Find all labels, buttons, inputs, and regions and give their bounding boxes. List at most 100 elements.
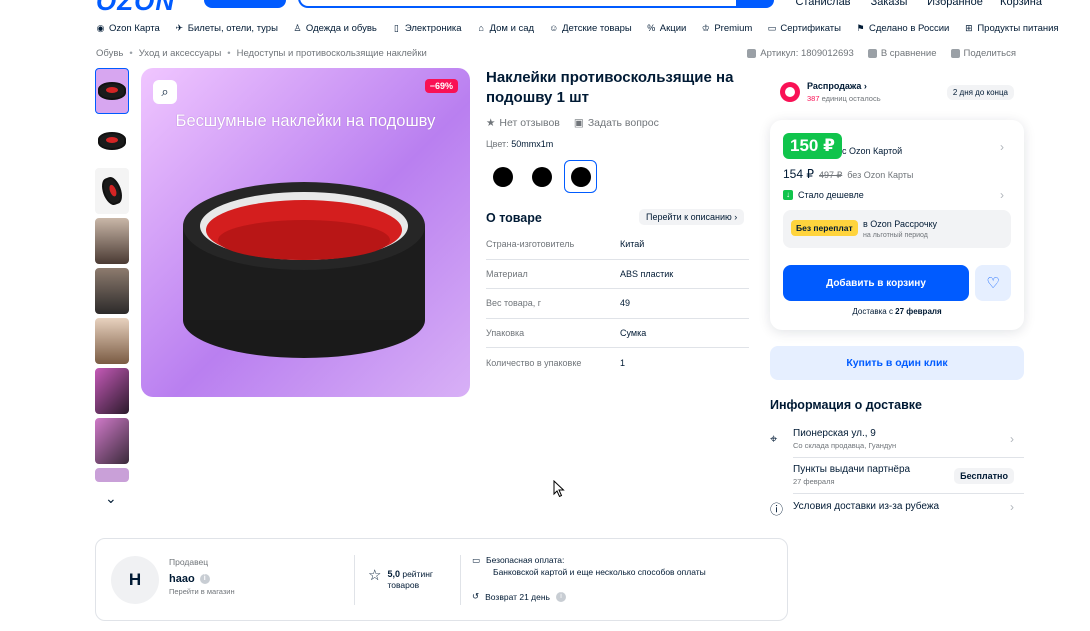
search-button[interactable] bbox=[736, 0, 774, 8]
nav-item-ozon-card[interactable]: ◉ Ozon Карта bbox=[96, 23, 160, 34]
old-price: 497 ₽ bbox=[819, 170, 843, 180]
orders-link[interactable]: Заказы bbox=[856, 0, 922, 8]
nav-item-premium[interactable]: ♔ Premium bbox=[701, 22, 753, 34]
add-to-cart-button[interactable]: Добавить в корзину bbox=[783, 265, 969, 301]
chevron-down-icon[interactable]: ⌄ bbox=[105, 490, 117, 507]
info-icon[interactable]: i bbox=[199, 574, 210, 584]
nav-item-sales[interactable]: % Акции bbox=[647, 23, 686, 34]
installment-block[interactable]: Без переплат в Ozon Рассрочку на льготны… bbox=[783, 210, 1011, 248]
heart-icon[interactable]: ♡ bbox=[975, 265, 1011, 301]
thumbnail[interactable] bbox=[95, 68, 129, 114]
seller-card: H Продавец haao i Перейти в магазин ☆ 5,0… bbox=[95, 538, 788, 621]
thumbnail[interactable] bbox=[95, 318, 129, 364]
nav-item-tickets[interactable]: ✈ Билеты, отели, туры bbox=[175, 23, 277, 34]
color-swatch-selected[interactable] bbox=[564, 160, 597, 193]
nav-label: Одежда и обувь bbox=[305, 22, 377, 34]
search-input[interactable] bbox=[298, 0, 774, 8]
color-dot bbox=[531, 166, 552, 187]
nav-item-certificates[interactable]: ▭ Сертификаты bbox=[767, 23, 841, 34]
share-link[interactable]: Поделиться bbox=[950, 48, 1016, 59]
buy-one-click-button[interactable]: Купить в один клик bbox=[770, 346, 1024, 380]
nav-item-groceries[interactable]: ⊞ Продукты питания bbox=[964, 22, 1059, 34]
delivery-info-title: Информация о доставке bbox=[770, 398, 923, 412]
thumbnail[interactable] bbox=[95, 168, 129, 214]
nav-item-home[interactable]: ⌂ Дом и сад bbox=[477, 22, 535, 34]
installment-badge: Без переплат bbox=[791, 220, 858, 236]
compare-text: В сравнение bbox=[880, 48, 937, 59]
spec-value: 1 bbox=[620, 357, 626, 368]
pickup-row[interactable]: Пункты выдачи партнёра 27 февраля Беспла… bbox=[770, 464, 1024, 494]
avatar[interactable]: H bbox=[111, 556, 159, 604]
star-icon: ★ bbox=[486, 117, 496, 129]
divider bbox=[354, 555, 355, 605]
rating-label-2: товаров bbox=[387, 580, 420, 590]
pickup-title: Пункты выдачи партнёра bbox=[793, 464, 911, 475]
spec-row: Материал ABS пластик bbox=[486, 260, 749, 289]
go-to-store-link[interactable]: Перейти в магазин bbox=[169, 587, 235, 596]
nav-item-clothes[interactable]: ♙ Одежда и обувь bbox=[293, 22, 377, 34]
abroad-delivery-row[interactable]: ⓘ Условия доставки из-за рубежа › bbox=[770, 500, 1024, 518]
card-icon: ▭ bbox=[767, 22, 777, 33]
pickup-date: 27 февраля bbox=[793, 477, 835, 486]
phone-icon: ▯ bbox=[393, 22, 399, 33]
nav-item-made-in-russia[interactable]: ⚑ Сделано в России bbox=[856, 23, 949, 34]
nav-label: Электроника bbox=[404, 22, 462, 34]
product-main-image[interactable]: ⌕ −69% Бесшумные наклейки на подошву bbox=[141, 68, 470, 397]
delivery-date-value: 27 февраля bbox=[895, 307, 942, 316]
color-value: 50mmx1m bbox=[511, 139, 554, 149]
chevron-right-icon[interactable]: › bbox=[1000, 188, 1004, 202]
seller-name[interactable]: haao i bbox=[169, 573, 210, 585]
location-pin-icon: ⌖ bbox=[770, 431, 778, 446]
return-policy: ↺ Возврат 21 день i bbox=[472, 591, 566, 602]
profile-link[interactable]: Станислав bbox=[790, 0, 856, 8]
chat-icon: ▣ bbox=[573, 117, 584, 129]
thumbnail[interactable] bbox=[95, 118, 129, 164]
sale-banner[interactable]: Распродажа › 387 единиц осталось 2 дня д… bbox=[780, 80, 1014, 106]
thumbnail[interactable] bbox=[95, 268, 129, 314]
ozon-card-price[interactable]: 150 ₽ bbox=[783, 133, 842, 159]
thumbnail[interactable] bbox=[95, 418, 129, 464]
favorites-link[interactable]: Избранное bbox=[922, 0, 988, 8]
share-text: Поделиться bbox=[963, 48, 1016, 59]
return-text: Возврат 21 день bbox=[485, 591, 550, 602]
compare-link[interactable]: В сравнение bbox=[867, 48, 937, 59]
breadcrumb-item[interactable]: Недоступы и противоскользящие наклейки bbox=[237, 48, 427, 59]
nav-label: Ozon Карта bbox=[109, 22, 160, 34]
nav-label: Дом и сад bbox=[489, 22, 535, 34]
nav-item-electronics[interactable]: ▯ Электроника bbox=[392, 23, 462, 34]
ozon-logo[interactable]: OZON bbox=[96, 0, 175, 17]
thumbnail[interactable] bbox=[95, 218, 129, 264]
safe-payment: ▭ Безопасная оплата: Банковской картой и … bbox=[472, 555, 706, 577]
ozon-card-label: c Ozon Картой bbox=[842, 146, 903, 156]
discount-badge: −69% bbox=[424, 79, 458, 93]
info-icon[interactable]: i bbox=[556, 591, 566, 602]
nav-label: Premium bbox=[714, 22, 753, 34]
cart-link[interactable]: Корзина bbox=[988, 0, 1054, 8]
color-swatch[interactable] bbox=[525, 160, 558, 193]
reviews-link[interactable]: ★ Нет отзывов bbox=[486, 117, 560, 129]
go-to-description-button[interactable]: Перейти к описанию › bbox=[639, 209, 745, 225]
thumbnail[interactable] bbox=[95, 468, 129, 482]
seller-name-text: haao bbox=[169, 573, 195, 585]
article-text: Артикул: 1809012693 bbox=[760, 48, 854, 59]
nav-label: Детские товары bbox=[562, 22, 632, 34]
delivery-address-row[interactable]: ⌖ Пионерская ул., 9 Со склада продавца, … bbox=[770, 428, 1024, 458]
breadcrumb-item[interactable]: Уход и аксессуары bbox=[139, 48, 222, 59]
header: OZON Станислав Заказы Избранное Корзина bbox=[0, 0, 1090, 16]
photo-search-icon[interactable]: ⌕ bbox=[153, 80, 177, 104]
ask-question-link[interactable]: ▣ Задать вопрос bbox=[574, 117, 659, 129]
color-swatch[interactable] bbox=[486, 160, 519, 193]
star-outline-icon: ☆ bbox=[368, 567, 382, 584]
breadcrumb-item[interactable]: Обувь bbox=[96, 48, 123, 59]
article-number[interactable]: Артикул: 1809012693 bbox=[747, 48, 854, 59]
sale-title: Распродажа › bbox=[807, 81, 867, 91]
thumbnail[interactable] bbox=[95, 368, 129, 414]
cart-icon: ⊞ bbox=[965, 22, 973, 33]
spec-value: 49 bbox=[620, 298, 631, 309]
price-dropped[interactable]: ↓ Стало дешевле bbox=[783, 190, 864, 200]
nav-item-kids[interactable]: ☺ Детские товары bbox=[549, 23, 632, 34]
breadcrumb-separator: • bbox=[129, 48, 133, 59]
chevron-right-icon[interactable]: › bbox=[1000, 140, 1004, 154]
catalog-button[interactable] bbox=[204, 0, 286, 8]
copy-icon bbox=[747, 49, 757, 58]
